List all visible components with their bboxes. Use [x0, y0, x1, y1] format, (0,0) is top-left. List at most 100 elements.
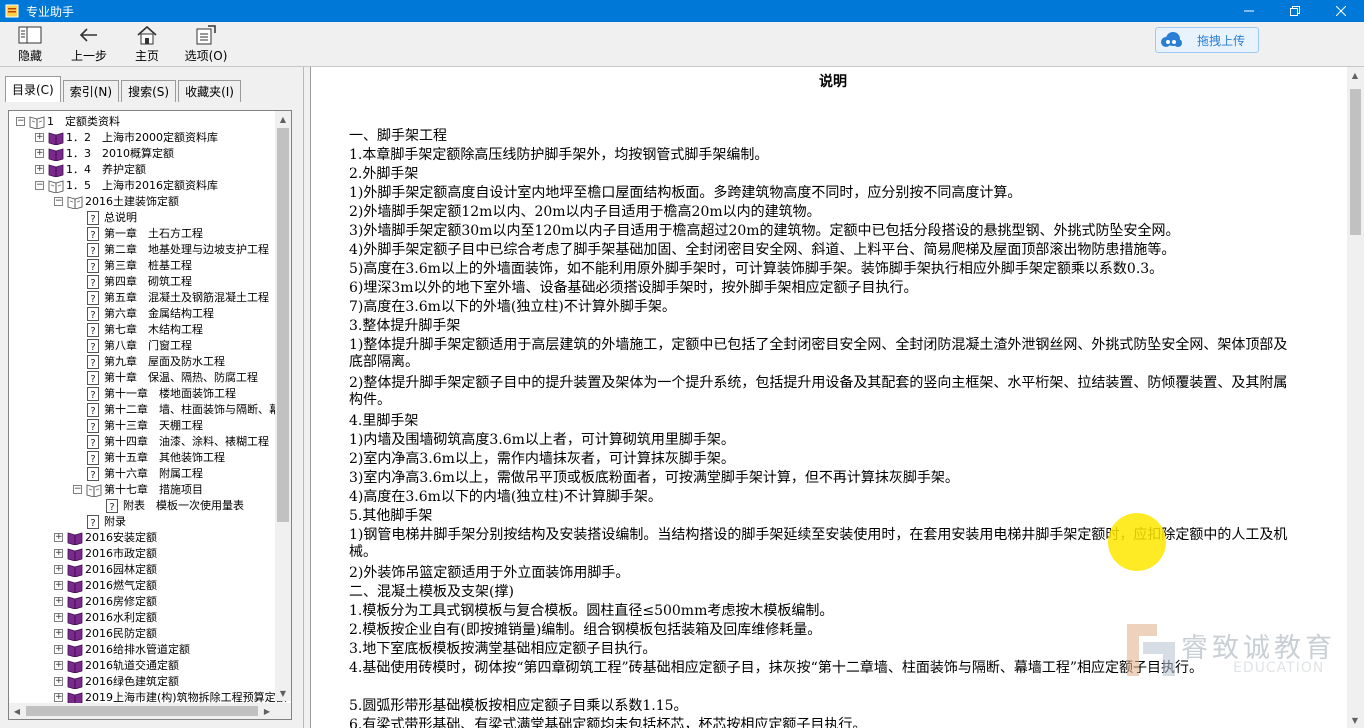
- collapse-icon[interactable]: −: [35, 181, 44, 190]
- expand-icon[interactable]: +: [54, 581, 63, 590]
- open-book-icon: [86, 483, 102, 498]
- scroll-down-icon[interactable]: ▼: [275, 685, 291, 701]
- collapse-icon[interactable]: −: [54, 197, 63, 206]
- tree-item[interactable]: +2016安装定额: [9, 530, 275, 546]
- collapse-icon[interactable]: −: [16, 117, 25, 126]
- scroll-left-icon[interactable]: ◀: [9, 703, 25, 719]
- content-scroll-down-icon[interactable]: ▼: [1347, 712, 1363, 728]
- expand-icon[interactable]: +: [54, 645, 63, 654]
- tree-item[interactable]: ? 第十章 保温、隔热、防腐工程: [9, 370, 275, 386]
- minimize-button[interactable]: [1226, 0, 1272, 22]
- tree-item[interactable]: ? 第十一章 楼地面装饰工程: [9, 386, 275, 402]
- tab-index[interactable]: 索引(N): [62, 80, 120, 102]
- collapse-icon[interactable]: −: [73, 485, 82, 494]
- tree-item[interactable]: ? 附录: [9, 514, 275, 530]
- tree-item[interactable]: +2016水利定额: [9, 610, 275, 626]
- tree-item-label: 附表 模板一次使用量表: [123, 499, 244, 512]
- tree-item[interactable]: ? 第四章 砌筑工程: [9, 274, 275, 290]
- tree-item[interactable]: − 1 定额类资料: [9, 114, 275, 130]
- expand-icon[interactable]: +: [54, 629, 63, 638]
- tree-item[interactable]: +1．3 2010概算定额: [9, 146, 275, 162]
- tree-item-label: 第三章 桩基工程: [104, 259, 192, 272]
- closed-book-icon: [67, 643, 83, 658]
- tree-item[interactable]: ? 第七章 木结构工程: [9, 322, 275, 338]
- tree-item[interactable]: +2016轨道交通定额: [9, 658, 275, 674]
- hide-button[interactable]: 隐藏: [10, 24, 50, 64]
- close-button[interactable]: [1318, 0, 1364, 22]
- tree-item[interactable]: ? 第三章 桩基工程: [9, 258, 275, 274]
- tree-item[interactable]: +2016给排水管道定额: [9, 642, 275, 658]
- tree-item[interactable]: − 1．5 上海市2016定额资料库: [9, 178, 275, 194]
- tree-item[interactable]: +1．4 养护定额: [9, 162, 275, 178]
- svg-text:?: ?: [90, 406, 95, 417]
- expand-icon[interactable]: +: [54, 565, 63, 574]
- tree-item[interactable]: ? 第六章 金属结构工程: [9, 306, 275, 322]
- tree-item[interactable]: ? 第一章 土石方工程: [9, 226, 275, 242]
- tree-item-label: 2016轨道交通定额: [85, 659, 179, 672]
- tree-item[interactable]: ? 第十六章 附属工程: [9, 466, 275, 482]
- paragraph: 7)高度在3.6m以下的外墙(独立柱)不计算外脚手架。: [349, 299, 676, 315]
- tab-contents[interactable]: 目录(C): [5, 76, 61, 102]
- expand-icon[interactable]: +: [35, 165, 44, 174]
- tree-item[interactable]: − 第十七章 措施项目: [9, 482, 275, 498]
- tree-item[interactable]: +2016燃气定额: [9, 578, 275, 594]
- scroll-up-icon[interactable]: ▲: [275, 111, 291, 127]
- tree-item[interactable]: ? 第五章 混凝土及钢筋混凝土工程: [9, 290, 275, 306]
- expand-icon[interactable]: +: [54, 533, 63, 542]
- expand-icon[interactable]: +: [54, 549, 63, 558]
- content-scroll-thumb[interactable]: [1350, 89, 1361, 235]
- tree-item[interactable]: +2016市政定额: [9, 546, 275, 562]
- tree-item[interactable]: +2016园林定额: [9, 562, 275, 578]
- hide-panel-icon: [18, 24, 42, 46]
- scroll-right-icon[interactable]: ▶: [259, 703, 275, 719]
- close-icon: [1336, 6, 1346, 16]
- drag-upload-button[interactable]: 拖拽上传: [1155, 27, 1259, 53]
- expand-icon[interactable]: +: [54, 677, 63, 686]
- tree-item[interactable]: ? 第九章 屋面及防水工程: [9, 354, 275, 370]
- help-page-icon: ?: [105, 499, 121, 513]
- maximize-button[interactable]: [1272, 0, 1318, 22]
- title-bar: 专业助手: [0, 0, 1364, 22]
- options-button[interactable]: 选项(O): [183, 24, 229, 64]
- expand-icon[interactable]: +: [54, 597, 63, 606]
- tree-item[interactable]: +2016房修定额: [9, 594, 275, 610]
- tree-item[interactable]: ? 第二章 地基处理与边坡支护工程: [9, 242, 275, 258]
- expand-icon[interactable]: +: [35, 133, 44, 142]
- svg-text:?: ?: [90, 326, 95, 337]
- tree-item[interactable]: +1．2 上海市2000定额资料库: [9, 130, 275, 146]
- svg-text:?: ?: [90, 230, 95, 241]
- svg-text:?: ?: [90, 438, 95, 449]
- tab-search[interactable]: 搜索(S): [121, 80, 177, 102]
- tree-item[interactable]: ? 第十二章 墙、柱面装饰与隔断、幕墙工程: [9, 402, 291, 418]
- tree-vertical-scrollbar[interactable]: ▲ ▼: [275, 111, 291, 701]
- tab-favorites[interactable]: 收藏夹(I): [178, 80, 241, 102]
- tree-item[interactable]: ? 总说明: [9, 210, 275, 226]
- tree-item[interactable]: +2016民防定额: [9, 626, 275, 642]
- back-button[interactable]: 上一步: [66, 24, 112, 64]
- tree-item[interactable]: − 2016土建装饰定额: [9, 194, 275, 210]
- tree-item[interactable]: ? 附表 模板一次使用量表: [9, 498, 275, 514]
- tree-hscroll-thumb[interactable]: [26, 706, 258, 716]
- tree-horizontal-scrollbar[interactable]: ◀ ▶: [9, 703, 291, 719]
- expand-icon[interactable]: +: [54, 613, 63, 622]
- expand-icon[interactable]: +: [35, 149, 44, 158]
- closed-book-icon: [48, 131, 64, 146]
- tree-item[interactable]: ? 第十五章 其他装饰工程: [9, 450, 275, 466]
- tree-item[interactable]: ? 第八章 门窗工程: [9, 338, 275, 354]
- tree-item-label: 第十二章 墙、柱面装饰与隔断、幕墙工程: [104, 403, 291, 416]
- tree-scroll-thumb[interactable]: [277, 128, 289, 522]
- closed-book-icon: [48, 163, 64, 178]
- content-scroll-up-icon[interactable]: ▲: [1347, 67, 1363, 83]
- tree-item[interactable]: ? 第十四章 油漆、涂料、裱糊工程: [9, 434, 275, 450]
- expand-icon[interactable]: +: [54, 693, 63, 702]
- svg-text:?: ?: [90, 470, 95, 481]
- tree-item-label: 第六章 金属结构工程: [104, 307, 214, 320]
- paragraph: 3)外墙脚手架定额30m以内至120m以内子目适用于檐高超过20m的建筑物。定额…: [349, 223, 1180, 239]
- tree-item[interactable]: +2016绿色建筑定额: [9, 674, 275, 690]
- home-button[interactable]: 主页: [130, 24, 164, 64]
- tree-item[interactable]: ? 第十三章 天棚工程: [9, 418, 275, 434]
- expand-icon[interactable]: +: [54, 661, 63, 670]
- tree-item-label: 2016安装定额: [85, 531, 157, 544]
- closed-book-icon: [67, 531, 83, 546]
- paragraph: 2)室内净高3.6m以上，需作内墙抹灰者，可计算抹灰脚手架。: [349, 451, 735, 467]
